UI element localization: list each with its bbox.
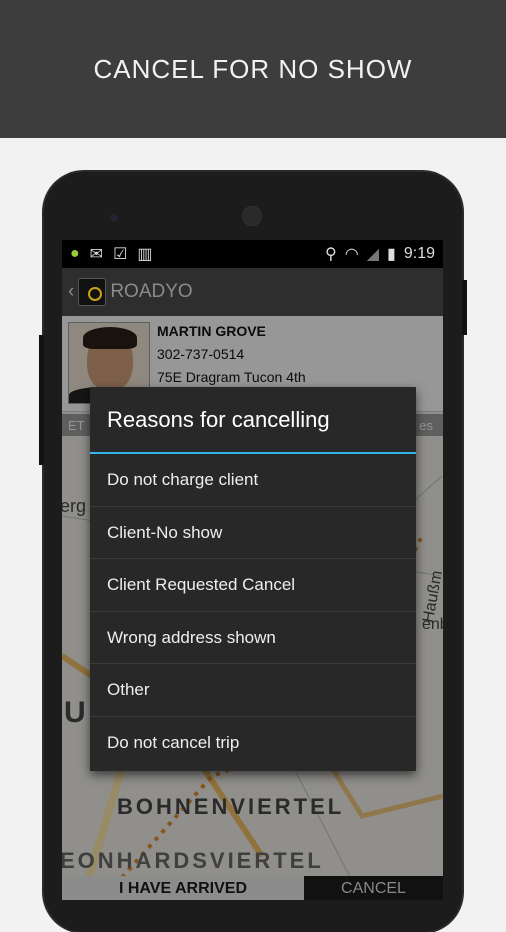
banner-title: CANCEL FOR NO SHOW <box>0 0 506 138</box>
status-time: 9:19 <box>403 245 435 262</box>
barcode-icon: ▥ <box>137 246 153 263</box>
reason-client-no-show[interactable]: Client-No show <box>90 507 416 560</box>
reason-client-requested-cancel[interactable]: Client Requested Cancel <box>90 559 416 612</box>
map-label: U <box>64 696 89 729</box>
app-title: ROADYO <box>110 281 193 302</box>
reason-wrong-address[interactable]: Wrong address shown <box>90 612 416 665</box>
cancel-booking-button[interactable]: CANCEL BOOKING <box>304 876 443 900</box>
chevron-left-icon[interactable]: ‹ <box>68 281 74 303</box>
map-label: enb <box>422 616 443 633</box>
roadyo-logo[interactable] <box>78 278 107 306</box>
reason-do-not-charge-client[interactable]: Do not charge client <box>90 454 416 507</box>
volume-button <box>39 335 44 465</box>
dialog-title: Reasons for cancelling <box>90 387 416 454</box>
location-icon: ⚲ <box>325 246 337 263</box>
battery-charging-icon: ▮ <box>387 246 396 263</box>
map-label: EONHARDSVIERTEL <box>62 848 324 873</box>
eta-label: ET <box>68 418 85 433</box>
speaker-icon <box>242 206 262 226</box>
signal-icon: ◢ <box>366 246 380 263</box>
passenger-address: 75E Dragram Tucon 4th <box>157 369 306 385</box>
action-bar: ‹ ROADYO <box>62 268 443 316</box>
status-bar: ● ✉ ☑ ▥ ⚲ ◠ ◢ ▮ 9:19 <box>62 240 443 268</box>
task-icon: ☑ <box>113 246 128 263</box>
gmail-icon: ✉ <box>89 246 104 263</box>
map-label: erg <box>62 496 87 516</box>
passenger-phone[interactable]: 302-737-0514 <box>157 343 306 366</box>
map-label: BOHNENVIERTEL <box>117 794 345 819</box>
power-button <box>462 280 467 335</box>
android-icon: ● <box>70 245 80 262</box>
passenger-name: MARTIN GROVE <box>157 323 266 339</box>
camera-icon <box>110 214 118 222</box>
reason-other[interactable]: Other <box>90 664 416 717</box>
i-have-arrived-button[interactable]: I HAVE ARRIVED <box>62 876 304 900</box>
reasons-dialog: Reasons for cancelling Do not charge cli… <box>90 387 416 771</box>
wifi-icon: ◠ <box>344 246 359 263</box>
reason-do-not-cancel-trip[interactable]: Do not cancel trip <box>90 717 416 770</box>
eta-value: es <box>419 418 433 433</box>
